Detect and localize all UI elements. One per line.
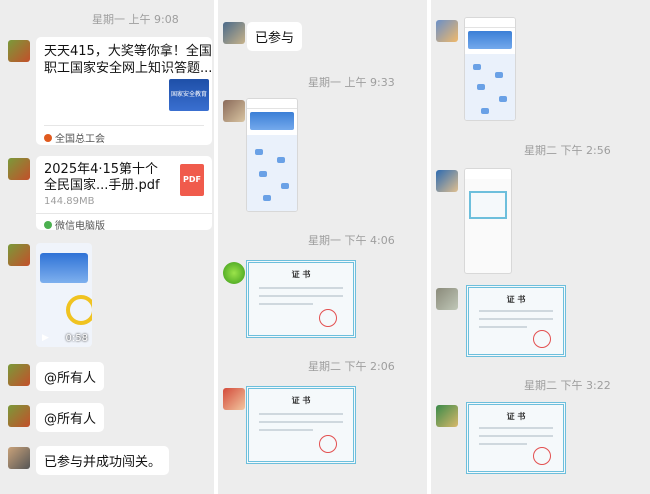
message-bubble[interactable]: @所有人 (36, 403, 105, 432)
avatar[interactable] (8, 405, 30, 427)
video-duration: 0:58 (65, 333, 88, 344)
timestamp: 星期一 上午 9:33 (308, 76, 395, 89)
source-label: 全国总工会 (55, 134, 105, 145)
seal-icon (533, 447, 551, 465)
avatar[interactable] (8, 40, 30, 62)
video-graphic (66, 295, 92, 325)
screenshot-banner (250, 112, 294, 130)
screenshot-body (247, 135, 297, 211)
avatar[interactable] (8, 447, 30, 469)
certificate-title: 证 书 (291, 396, 311, 405)
level-node (277, 157, 285, 163)
level-node (499, 96, 507, 102)
screenshot-banner (468, 31, 512, 49)
video-message[interactable]: ▶ 0:58 (36, 243, 92, 347)
avatar[interactable] (8, 158, 30, 180)
avatar[interactable] (223, 22, 245, 44)
message-bubble[interactable]: 已参与并成功闯关。 (36, 446, 170, 475)
screenshot-image[interactable] (464, 17, 516, 121)
thumb-label: 国家安全教育 (170, 91, 207, 98)
mini-certificate (469, 191, 507, 219)
certificate-text-line (479, 318, 553, 320)
video-banner (40, 253, 88, 283)
certificate-image[interactable]: 证 书 (466, 285, 566, 357)
divider (36, 213, 212, 214)
level-node (259, 171, 267, 177)
avatar[interactable] (436, 20, 458, 42)
certificate-text-line (479, 435, 553, 437)
wechat-icon (44, 220, 52, 229)
certificate-text-line (479, 310, 553, 312)
screenshot-header (465, 169, 511, 179)
divider (44, 125, 204, 126)
level-node (481, 108, 489, 114)
certificate-text-line (479, 427, 553, 429)
avatar[interactable] (8, 244, 30, 266)
link-card-title: 天天415，大奖等你拿！全国职工国家安全网上知识答题... (44, 44, 213, 76)
avatar[interactable] (436, 405, 458, 427)
certificate-title: 证 书 (506, 412, 526, 421)
play-icon: ▶ (42, 333, 49, 343)
certificate-text-line (479, 326, 527, 328)
file-name: 2025年4·15第十个全民国家...手册.pdf (44, 162, 160, 193)
level-node (263, 195, 271, 201)
screenshot-header (247, 99, 297, 109)
certificate-image[interactable]: 证 书 (246, 386, 356, 464)
file-source: 微信电脑版 (44, 217, 105, 232)
chat-panel-3: 星期二 下午 2:56 证 书 星期二 下午 3:22 证 书 (431, 0, 650, 494)
certificate-text-line (259, 421, 343, 423)
seal-icon (533, 330, 551, 348)
screenshot-image[interactable] (246, 98, 298, 212)
file-card[interactable]: 2025年4·15第十个全民国家...手册.pdf 144.89MB PDF 微… (36, 156, 212, 232)
seal-icon (319, 435, 337, 453)
level-node (281, 183, 289, 189)
level-node (473, 64, 481, 70)
level-node (477, 84, 485, 90)
message-bubble[interactable]: 已参与 (247, 22, 303, 51)
message-bubble[interactable]: @所有人 (36, 362, 105, 391)
chat-panel-1: 星期一 上午 9:08 天天415，大奖等你拿！全国职工国家安全网上知识答题..… (0, 0, 214, 494)
avatar[interactable] (8, 364, 30, 386)
screenshot-image[interactable] (464, 168, 512, 274)
acftu-logo-icon (44, 133, 52, 142)
level-node (495, 72, 503, 78)
file-size: 144.89MB (44, 196, 95, 207)
pdf-icon: PDF (180, 164, 204, 196)
certificate-image[interactable]: 证 书 (246, 260, 356, 338)
seal-icon (319, 309, 337, 327)
certificate-text-line (259, 429, 313, 431)
avatar[interactable] (223, 388, 245, 410)
certificate-text-line (259, 413, 343, 415)
avatar[interactable] (223, 262, 245, 284)
avatar[interactable] (436, 170, 458, 192)
timestamp: 星期二 下午 2:06 (308, 360, 395, 373)
link-card-thumbnail: 国家安全教育 (169, 79, 209, 111)
timestamp: 星期一 下午 4:06 (308, 234, 395, 247)
certificate-text-line (259, 287, 343, 289)
link-card[interactable]: 天天415，大奖等你拿！全国职工国家安全网上知识答题... 国家安全教育 全国总… (36, 37, 212, 145)
level-node (255, 149, 263, 155)
timestamp: 星期二 下午 3:22 (524, 379, 611, 392)
avatar[interactable] (223, 100, 245, 122)
certificate-text-line (259, 295, 343, 297)
screenshot-body (465, 54, 515, 120)
screenshot-header (465, 18, 515, 28)
link-card-source: 全国总工会 (44, 130, 105, 145)
timestamp: 星期一 上午 9:08 (92, 13, 179, 26)
certificate-title: 证 书 (506, 295, 526, 304)
certificate-text-line (479, 443, 527, 445)
chat-panel-2: 已参与 星期一 上午 9:33 星期一 下午 4:06 证 书 星期二 下午 2… (218, 0, 427, 494)
certificate-text-line (259, 303, 313, 305)
certificate-image[interactable]: 证 书 (466, 402, 566, 474)
avatar[interactable] (436, 288, 458, 310)
source-label: 微信电脑版 (55, 221, 105, 232)
timestamp: 星期二 下午 2:56 (524, 144, 611, 157)
certificate-title: 证 书 (291, 270, 311, 279)
